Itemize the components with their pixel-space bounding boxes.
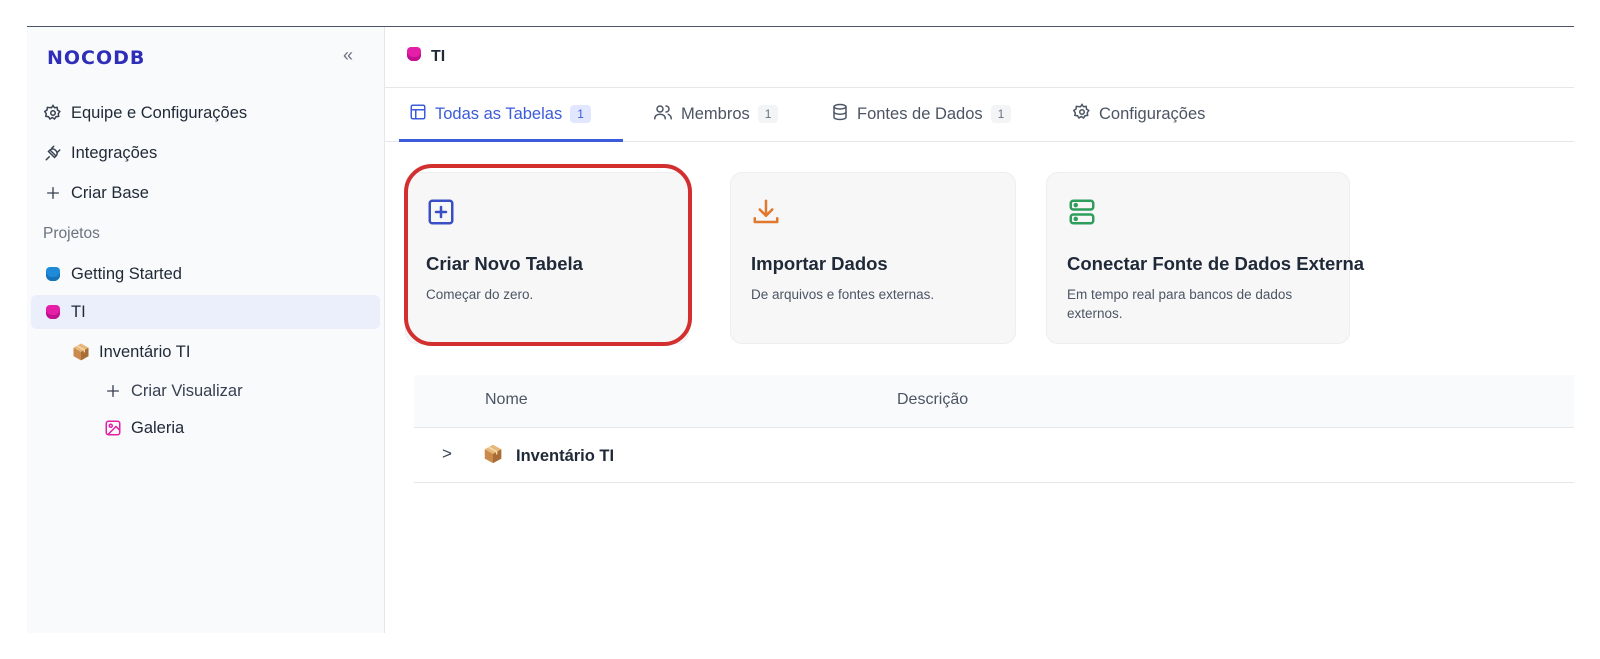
tab-label: Todas as Tabelas <box>435 104 563 123</box>
box-icon <box>71 342 91 362</box>
users-icon <box>653 103 673 126</box>
brand-logo: NOCODB <box>47 47 146 69</box>
sidebar-item-label: Criar Visualizar <box>131 381 243 400</box>
server-icon <box>1067 197 1097 227</box>
main-panel: TI Todas as Tabelas 1 Membros 1 Fontes d… <box>385 27 1574 633</box>
page-title-text: TI <box>431 47 446 65</box>
plus-icon <box>43 183 63 203</box>
base-icon <box>407 47 421 66</box>
sidebar-item-label: Integrações <box>71 143 158 162</box>
project-label: TI <box>71 302 86 321</box>
download-icon <box>751 197 781 227</box>
gear-icon <box>43 103 63 123</box>
gallery-icon <box>103 418 123 438</box>
page-title: TI <box>407 47 445 66</box>
sidebar-item-label: Equipe e Configurações <box>71 103 248 122</box>
project-label: Getting Started <box>71 264 182 283</box>
sidebar-item-create-base[interactable]: Criar Base <box>43 179 149 207</box>
card-title: Importar Dados <box>751 253 888 274</box>
collapse-sidebar-button[interactable]: « <box>343 45 353 66</box>
sidebar-item-team-settings[interactable]: Equipe e Configurações <box>43 99 247 127</box>
plug-icon <box>43 143 63 163</box>
tables-list-header: Nome Descrição <box>414 375 1574 428</box>
box-icon <box>482 443 504 470</box>
tab-count-badge: 1 <box>757 105 779 123</box>
table-row[interactable]: > Inventário TI <box>414 428 1574 483</box>
column-header-name: Nome <box>485 391 528 408</box>
card-subtitle: De arquivos e fontes externas. <box>751 287 935 302</box>
column-header-description: Descrição <box>897 391 969 408</box>
tab-bar: Todas as Tabelas 1 Membros 1 Fontes de D… <box>385 87 1574 142</box>
table-icon <box>409 103 427 126</box>
chevron-right-icon[interactable]: > <box>442 444 452 464</box>
card-subtitle: Em tempo real para bancos de dados exter… <box>1067 287 1293 321</box>
sidebar-create-view[interactable]: Criar Visualizar <box>103 377 243 405</box>
card-title: Criar Novo Tabela <box>426 253 583 274</box>
tab-label: Membros <box>681 104 750 123</box>
table-name-text: Inventário TI <box>516 447 615 465</box>
database-icon <box>831 103 849 126</box>
tab-settings[interactable]: Configurações <box>1072 87 1206 141</box>
sidebar-item-integrations[interactable]: Integrações <box>43 139 157 167</box>
active-tab-indicator <box>399 139 623 142</box>
sidebar-table-inventario[interactable]: Inventário TI <box>71 338 190 366</box>
tab-label: Fontes de Dados <box>857 104 983 123</box>
table-row-name: Inventário TI <box>482 443 614 470</box>
create-table-card[interactable]: Criar Novo Tabela Começar do zero. <box>405 172 689 344</box>
project-getting-started[interactable]: Getting Started <box>43 260 182 288</box>
card-subtitle: Começar do zero. <box>426 287 534 302</box>
app-window: NOCODB « Equipe e Configurações Integraç… <box>27 26 1574 633</box>
base-icon <box>43 302 63 322</box>
tab-count-badge: 1 <box>990 105 1012 123</box>
plus-icon <box>103 381 123 401</box>
import-data-card[interactable]: Importar Dados De arquivos e fontes exte… <box>730 172 1016 344</box>
gear-icon <box>1072 102 1091 126</box>
connect-external-source-card[interactable]: Conectar Fonte de Dados Externa Em tempo… <box>1046 172 1364 344</box>
project-ti[interactable]: TI <box>43 298 86 326</box>
sidebar-item-label: Inventário TI <box>99 342 191 361</box>
projects-section-label: Projetos <box>43 225 100 242</box>
sidebar-item-label: Criar Base <box>71 183 149 202</box>
tab-members[interactable]: Membros 1 <box>653 87 779 141</box>
sidebar-item-label: Galeria <box>131 418 185 437</box>
tab-label: Configurações <box>1099 104 1206 123</box>
topbar: TI <box>385 27 1574 88</box>
card-title: Conectar Fonte de Dados Externa <box>1067 253 1365 274</box>
sidebar: NOCODB « Equipe e Configurações Integraç… <box>27 27 385 633</box>
tab-count-badge: 1 <box>570 105 591 123</box>
tab-all-tables[interactable]: Todas as Tabelas 1 <box>409 87 591 141</box>
base-icon <box>43 264 63 284</box>
plus-square-icon <box>426 197 456 227</box>
tab-data-sources[interactable]: Fontes de Dados 1 <box>831 87 1012 141</box>
sidebar-view-gallery[interactable]: Galeria <box>103 414 184 442</box>
